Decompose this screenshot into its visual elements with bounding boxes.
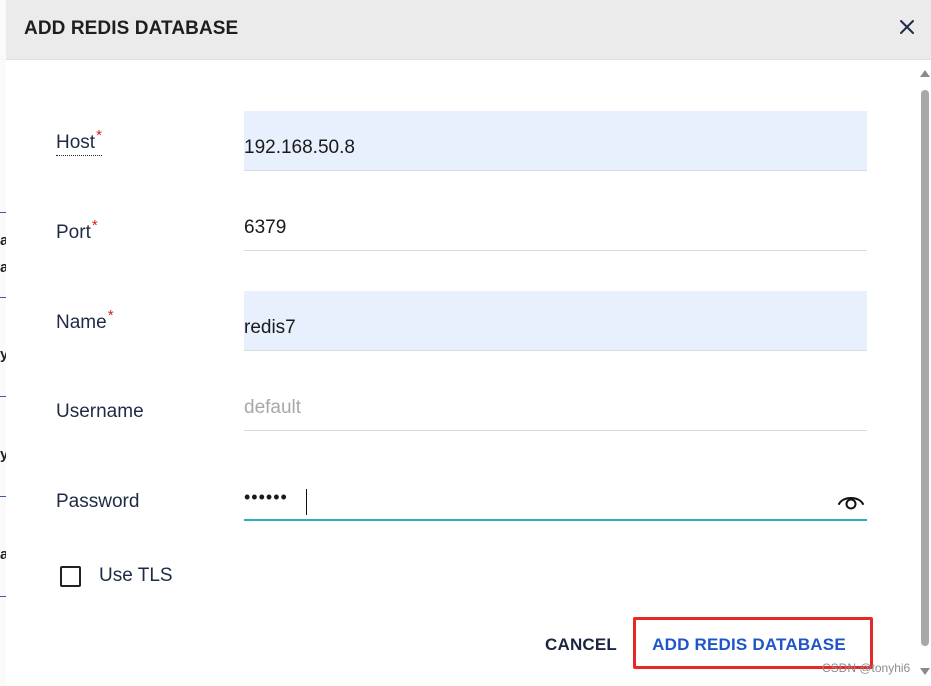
required-mark: * bbox=[107, 307, 114, 324]
text-cursor bbox=[306, 489, 307, 515]
username-field bbox=[244, 371, 867, 431]
use-tls-label: Use TLS bbox=[99, 565, 173, 586]
use-tls-option[interactable]: Use TLS bbox=[60, 563, 173, 589]
cancel-button[interactable]: CANCEL bbox=[536, 625, 626, 665]
name-input[interactable] bbox=[244, 314, 824, 342]
port-field bbox=[244, 191, 867, 251]
required-mark: * bbox=[96, 127, 102, 144]
name-label: Name* bbox=[56, 307, 114, 334]
username-label: Username bbox=[56, 401, 144, 423]
add-redis-database-dialog: ADD REDIS DATABASE Host* Port* Name* bbox=[6, 0, 931, 686]
port-input[interactable] bbox=[244, 214, 824, 242]
close-button[interactable] bbox=[894, 14, 920, 40]
host-label: Host* bbox=[56, 127, 102, 156]
host-label-text: Host bbox=[56, 132, 96, 153]
scrollbar-thumb[interactable] bbox=[921, 90, 929, 646]
username-input[interactable] bbox=[244, 394, 824, 422]
host-field bbox=[244, 111, 867, 171]
password-label-text: Password bbox=[56, 491, 140, 512]
watermark: CSDN @tonyhi6 bbox=[822, 661, 911, 675]
dialog-scrollbar[interactable] bbox=[919, 64, 931, 686]
use-tls-checkbox[interactable] bbox=[60, 565, 81, 587]
dialog-title: ADD REDIS DATABASE bbox=[24, 18, 239, 39]
password-field bbox=[244, 461, 867, 521]
screen: a a y y a ADD REDIS DATABASE Host* Port* bbox=[0, 0, 931, 686]
username-label-text: Username bbox=[56, 401, 144, 422]
name-field bbox=[244, 291, 867, 351]
close-icon bbox=[900, 20, 914, 34]
dialog-header: ADD REDIS DATABASE bbox=[6, 0, 931, 60]
scroll-down-arrow-icon[interactable] bbox=[920, 668, 930, 675]
port-label: Port* bbox=[56, 217, 98, 244]
port-label-text: Port bbox=[56, 222, 91, 243]
password-input[interactable] bbox=[244, 483, 824, 511]
toggle-password-visibility-button[interactable] bbox=[837, 491, 865, 511]
eye-icon bbox=[838, 497, 864, 510]
required-mark: * bbox=[91, 217, 98, 234]
host-input[interactable] bbox=[244, 134, 824, 162]
scroll-up-arrow-icon[interactable] bbox=[920, 70, 930, 77]
add-redis-database-button[interactable]: ADD REDIS DATABASE bbox=[644, 625, 854, 665]
name-label-text: Name bbox=[56, 312, 107, 333]
password-label: Password bbox=[56, 491, 139, 513]
